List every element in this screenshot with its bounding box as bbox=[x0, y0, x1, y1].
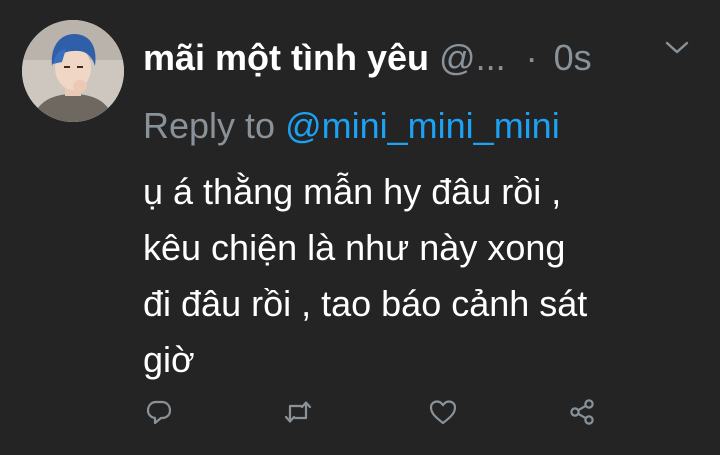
tweet-text-line: ụ á thằng mẫn hy đâu rồi , bbox=[143, 171, 562, 212]
reply-context: Reply to @mini_mini_mini bbox=[143, 98, 560, 154]
reply-handle-link[interactable]: @mini_mini_mini bbox=[285, 105, 560, 146]
retweet-icon bbox=[284, 401, 312, 423]
retweet-button[interactable] bbox=[278, 392, 318, 432]
separator-dot: · bbox=[525, 37, 538, 78]
tweet-text-line: giờ bbox=[143, 339, 195, 380]
tweet[interactable]: mãi một tình yêu @... · 0s Reply to @min… bbox=[0, 0, 720, 455]
action-bar bbox=[0, 392, 720, 436]
tweet-text: ụ á thằng mẫn hy đâu rồi , kêu chiện là … bbox=[143, 164, 703, 388]
like-button[interactable] bbox=[423, 392, 463, 432]
reply-label: Reply to bbox=[143, 105, 276, 146]
heart-icon bbox=[429, 400, 457, 425]
reply-button[interactable] bbox=[139, 392, 179, 432]
tweet-header: mãi một tình yêu @... · 0s bbox=[143, 28, 703, 88]
avatar[interactable] bbox=[22, 20, 124, 122]
chevron-down-icon[interactable] bbox=[664, 38, 690, 58]
share-icon bbox=[570, 399, 594, 425]
reply-icon bbox=[146, 400, 172, 425]
tweet-text-line: kêu chiện là như này xong bbox=[143, 227, 566, 268]
user-handle[interactable]: @... bbox=[439, 37, 506, 78]
tweet-text-line: đi đâu rồi , tao báo cảnh sát bbox=[143, 283, 588, 324]
avatar-photo bbox=[22, 20, 124, 122]
share-button[interactable] bbox=[562, 392, 602, 432]
timestamp[interactable]: 0s bbox=[554, 37, 592, 78]
display-name[interactable]: mãi một tình yêu bbox=[143, 37, 429, 78]
